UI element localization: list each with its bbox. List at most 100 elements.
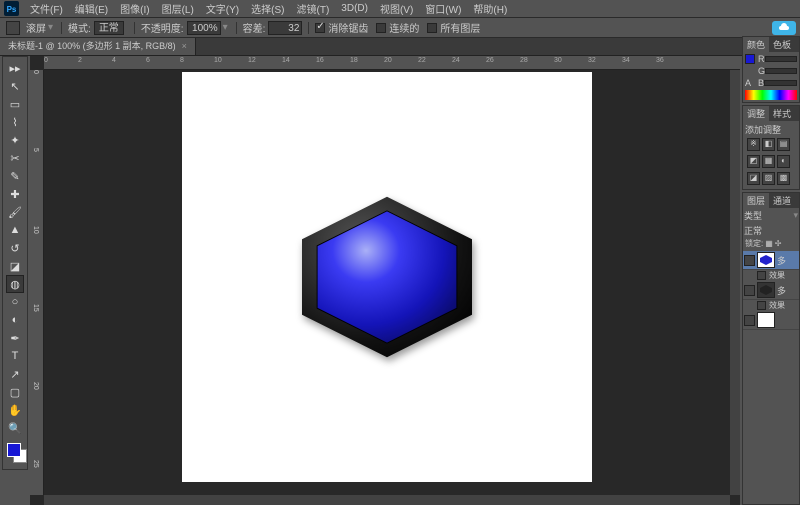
adj-icon[interactable]: ◪ xyxy=(747,172,760,185)
vertical-scrollbar[interactable] xyxy=(730,70,740,495)
dodge-tool[interactable]: ◐ xyxy=(6,311,24,329)
zoom-tool[interactable]: 🔍 xyxy=(6,419,24,437)
menu-layer[interactable]: 图层(L) xyxy=(156,1,200,16)
layer-thumb[interactable] xyxy=(757,252,775,268)
hand-tool[interactable]: ✋ xyxy=(6,401,24,419)
visibility-toggle[interactable] xyxy=(744,315,755,326)
alllayers-checkbox[interactable] xyxy=(427,23,437,33)
menu-view[interactable]: 视图(V) xyxy=(374,1,419,16)
menu-help[interactable]: 帮助(H) xyxy=(467,1,513,16)
tab-swatches[interactable]: 色板 xyxy=(769,37,795,52)
ruler-tick: 24 xyxy=(452,57,460,64)
tab-adjustments[interactable]: 调整 xyxy=(743,106,769,121)
fx-visibility[interactable] xyxy=(757,271,766,280)
chevron-down-icon[interactable]: ▾ xyxy=(223,22,228,33)
contiguous-checkbox[interactable] xyxy=(376,23,386,33)
b-slider[interactable] xyxy=(764,80,797,86)
bucket-tool[interactable]: ◍ xyxy=(6,275,24,293)
crop-tool[interactable]: ✂ xyxy=(6,149,24,167)
menu-edit[interactable]: 编辑(E) xyxy=(69,1,114,16)
layer-row[interactable]: 多 xyxy=(743,251,799,270)
tab-color[interactable]: 颜色 xyxy=(743,37,769,52)
vertical-ruler[interactable]: 0510152025 xyxy=(30,70,44,495)
menu-filter[interactable]: 滤镜(T) xyxy=(291,1,336,16)
tab-channels[interactable]: 通道 xyxy=(769,193,795,208)
document-tab[interactable]: 未标题-1 @ 100% (多边形 1 副本, RGB/8) × xyxy=(0,38,196,55)
r-slider[interactable] xyxy=(765,56,798,62)
heal-tool[interactable]: ✚ xyxy=(6,185,24,203)
menu-3d[interactable]: 3D(D) xyxy=(335,3,374,14)
history-brush-tool[interactable]: ↺ xyxy=(6,239,24,257)
marquee-tool[interactable]: ▭ xyxy=(6,95,24,113)
chevron-down-icon[interactable]: ▾ xyxy=(793,210,798,221)
layer-thumb[interactable] xyxy=(757,282,775,298)
ruler-tick: 20 xyxy=(384,57,392,64)
layer-name[interactable]: 多 xyxy=(777,284,786,297)
ruler-tick: 15 xyxy=(32,304,39,312)
layer-name[interactable]: 多 xyxy=(777,254,786,267)
chevron-down-icon[interactable]: ▾ xyxy=(48,22,53,33)
brush-tool[interactable]: 🖌 xyxy=(6,203,24,221)
mode-dropdown[interactable]: 正常 xyxy=(94,21,124,35)
tab-layers[interactable]: 图层 xyxy=(743,193,769,208)
fx-visibility[interactable] xyxy=(757,301,766,310)
tolerance-field[interactable]: 32 xyxy=(268,21,302,35)
right-panel-dock: 颜色 色板 R G AB 调整 样式 添加调整 ※◧▤ ◩▦◐ ◪▨▩ xyxy=(742,36,800,505)
menu-window[interactable]: 窗口(W) xyxy=(419,1,467,16)
eyedropper-tool[interactable]: ✎ xyxy=(6,167,24,185)
current-tool-icon[interactable] xyxy=(6,21,20,35)
svg-text:Ps: Ps xyxy=(6,5,16,14)
canvas-viewport[interactable] xyxy=(44,70,730,495)
ruler-tick: 34 xyxy=(622,57,630,64)
wand-tool[interactable]: ✦ xyxy=(6,131,24,149)
visibility-toggle[interactable] xyxy=(744,285,755,296)
adj-icon[interactable]: ▨ xyxy=(762,172,775,185)
eraser-tool[interactable]: ◪ xyxy=(6,257,24,275)
move-tool[interactable]: ↖ xyxy=(6,77,24,95)
foreground-swatch[interactable] xyxy=(7,443,21,457)
close-tab-button[interactable]: × xyxy=(182,38,187,55)
adjustments-panel: 调整 样式 添加调整 ※◧▤ ◩▦◐ ◪▨▩ xyxy=(742,105,800,190)
lock-position-icon[interactable]: ✢ xyxy=(775,239,782,248)
visibility-toggle[interactable] xyxy=(744,255,755,266)
opacity-field[interactable]: 100% xyxy=(187,21,221,35)
horizontal-scrollbar[interactable] xyxy=(44,495,730,505)
blur-tool[interactable]: ○ xyxy=(6,293,24,311)
mini-swatch[interactable] xyxy=(745,54,755,64)
menu-type[interactable]: 文字(Y) xyxy=(200,1,245,16)
collapse-icon[interactable]: ▸▸ xyxy=(6,59,24,77)
menu-image[interactable]: 图像(I) xyxy=(114,1,155,16)
adj-icon[interactable]: ▦ xyxy=(762,155,775,168)
lock-pixels-icon[interactable]: ▦ xyxy=(765,239,773,248)
ruler-tick: 6 xyxy=(146,57,150,64)
layer-thumb[interactable] xyxy=(757,312,775,328)
antialias-checkbox[interactable] xyxy=(315,23,325,33)
path-tool[interactable]: ↗ xyxy=(6,365,24,383)
layer-row[interactable] xyxy=(743,311,799,330)
adj-icon[interactable]: ◐ xyxy=(777,155,790,168)
layer-fx-row[interactable]: 效果 xyxy=(743,300,799,311)
horizontal-ruler[interactable]: 024681012141618202224262830323436 xyxy=(44,56,740,70)
spectrum-strip[interactable] xyxy=(745,90,797,100)
pen-tool[interactable]: ✒ xyxy=(6,329,24,347)
blend-dropdown[interactable]: 正常 xyxy=(744,224,798,237)
tab-styles[interactable]: 样式 xyxy=(769,106,795,121)
adj-icon[interactable]: ▤ xyxy=(777,138,790,151)
share-button[interactable] xyxy=(772,21,796,35)
type-tool[interactable]: T xyxy=(6,347,24,365)
layer-fx-row[interactable]: 效果 xyxy=(743,270,799,281)
adj-icon[interactable]: ▩ xyxy=(777,172,790,185)
g-slider[interactable] xyxy=(765,68,797,74)
ruler-tick: 14 xyxy=(282,57,290,64)
layer-row[interactable]: 多 xyxy=(743,281,799,300)
adj-icon[interactable]: ◧ xyxy=(762,138,775,151)
shape-tool[interactable]: ▢ xyxy=(6,383,24,401)
menu-file[interactable]: 文件(F) xyxy=(24,1,69,16)
stamp-tool[interactable]: ▲ xyxy=(6,221,24,239)
adj-icon[interactable]: ◩ xyxy=(747,155,760,168)
menu-select[interactable]: 选择(S) xyxy=(245,1,290,16)
adj-icon[interactable]: ※ xyxy=(747,138,760,151)
lasso-tool[interactable]: ⌇ xyxy=(6,113,24,131)
ruler-tick: 20 xyxy=(32,382,39,390)
antialias-label: 消除锯齿 xyxy=(328,20,368,35)
